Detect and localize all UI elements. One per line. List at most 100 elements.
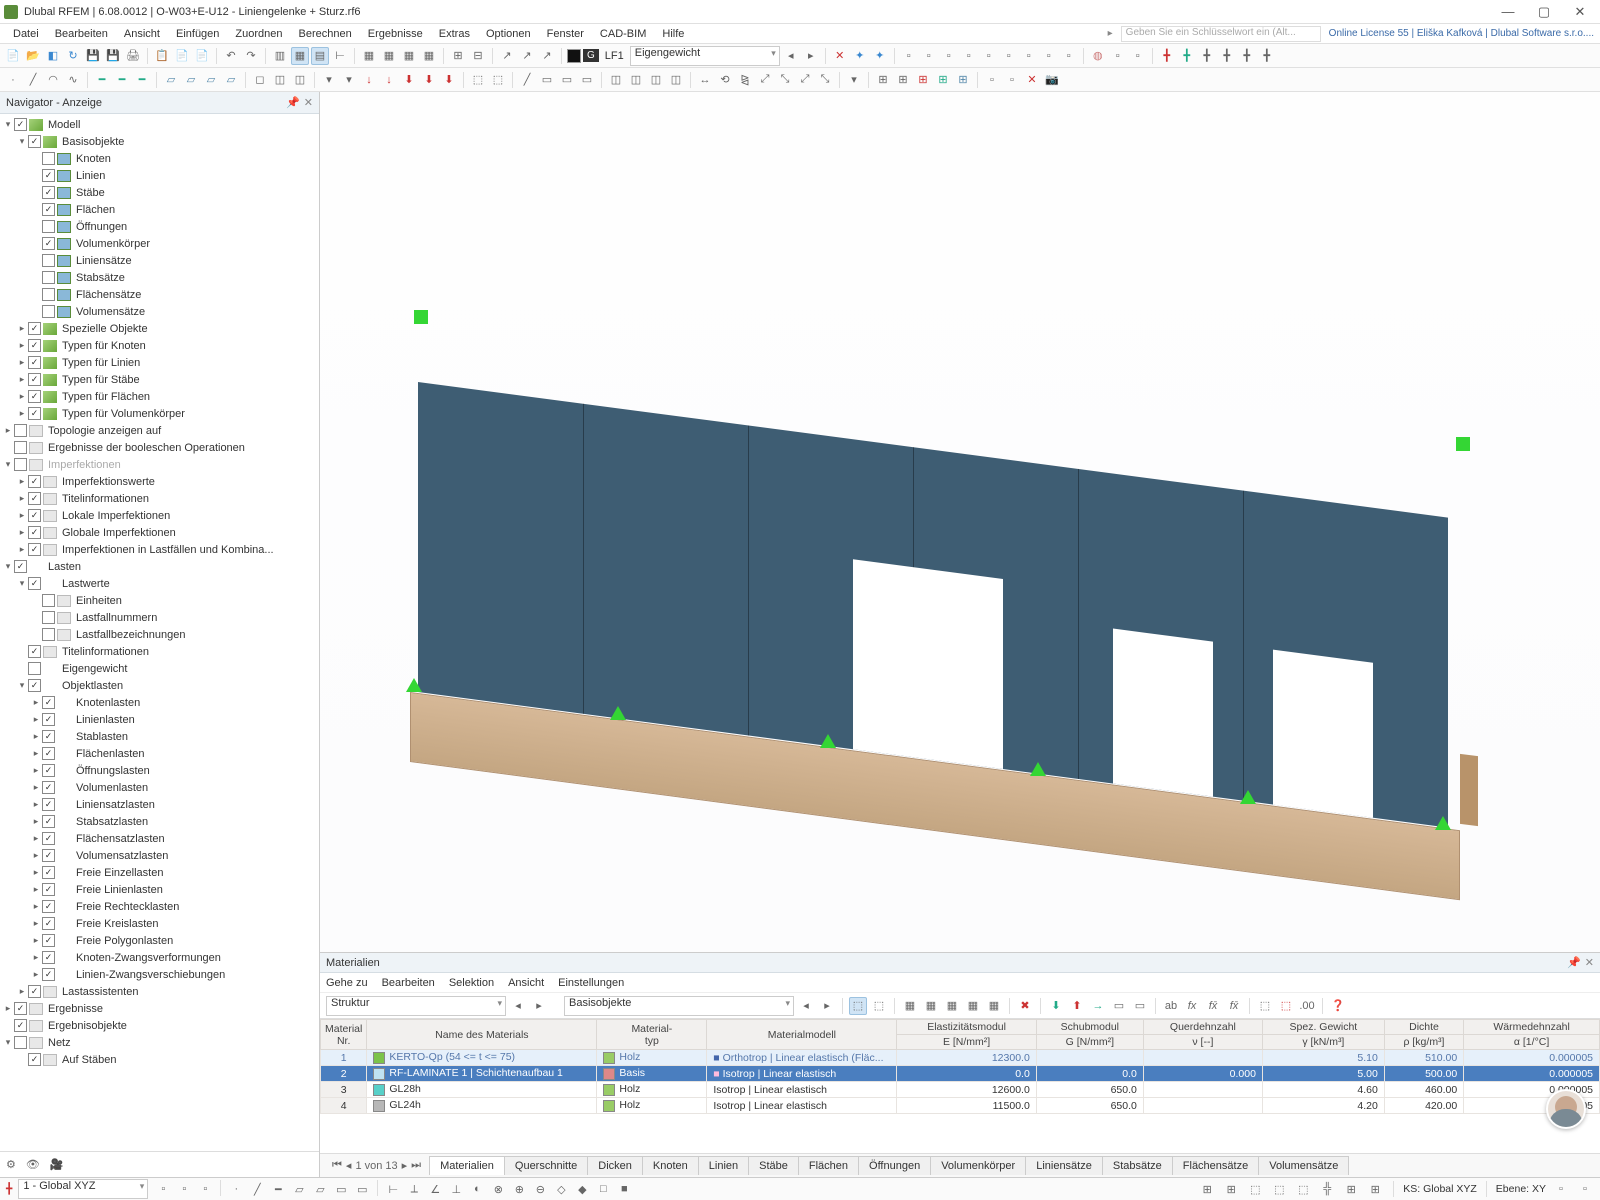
dim-icon[interactable]: ⊢ [331,47,349,65]
menu-extras[interactable]: Extras [432,26,477,42]
tree-node[interactable]: ▸ ✓ Flächensatzlasten [0,830,319,847]
tree-node[interactable]: ▸ ✓ Volumenlasten [0,779,319,796]
q2-icon[interactable]: ▫ [1003,71,1021,89]
bottom-tab[interactable]: Querschnitte [504,1156,588,1175]
structure-dropdown[interactable]: Struktur [326,996,506,1016]
color-swatch[interactable] [567,49,581,63]
sb20-icon[interactable]: ◆ [573,1180,591,1198]
model-viewport[interactable] [320,92,1600,952]
bpt-out-icon[interactable]: ▭ [1110,997,1128,1015]
bpt-exp-icon[interactable]: ⬆ [1068,997,1086,1015]
tree-node[interactable]: ▸ ✓ Imperfektionswerte [0,473,319,490]
tree-node[interactable]: ▾ ✓ Basisobjekte [0,133,319,150]
tree-node[interactable]: ▸ ✓ Linienlasten [0,711,319,728]
ax2-icon[interactable]: ╋ [1178,47,1196,65]
bottom-tab[interactable]: Liniensätze [1025,1156,1103,1175]
m7-icon[interactable]: ▫ [1020,47,1038,65]
iso4-icon[interactable]: ◫ [667,71,685,89]
tree-node[interactable]: ▾ ✓ Lasten [0,558,319,575]
tree-node[interactable]: ▾ ✓ Objektlasten [0,677,319,694]
pt-icon[interactable]: · [4,71,22,89]
navigator-tree[interactable]: ▾ ✓ Modell ▾ ✓ Basisobjekte Knoten ✓ Lin… [0,114,319,1151]
bpt-help-icon[interactable]: ❓ [1329,997,1347,1015]
bp-menu-item[interactable]: Einstellungen [558,977,624,989]
open-icon[interactable]: 📂 [24,47,42,65]
sp-icon[interactable]: ∿ [64,71,82,89]
tree-node[interactable]: Eigengewicht [0,660,319,677]
tree-node[interactable]: Stabsätze [0,269,319,286]
refresh-icon[interactable]: ↻ [64,47,82,65]
beam-icon[interactable]: ━ [93,71,111,89]
sb8-icon[interactable]: ▱ [311,1180,329,1198]
sb1-icon[interactable]: ▫ [154,1180,172,1198]
save-icon[interactable]: 💾 [84,47,102,65]
axis-icon[interactable]: ╋ [6,1183,12,1195]
bp-menu-item[interactable]: Ansicht [508,977,544,989]
bpt3-icon[interactable]: ▦ [901,997,919,1015]
tree-node[interactable]: ✓ Stäbe [0,184,319,201]
tree-node[interactable]: ▸ ✓ Stabsatzlasten [0,813,319,830]
ax-icon[interactable]: ╋ [1158,47,1176,65]
x3-icon[interactable]: ✦ [871,47,889,65]
sb11-icon[interactable]: ⊢ [384,1180,402,1198]
sc3-icon[interactable]: ⤢ [796,71,814,89]
sb16-icon[interactable]: ⊗ [489,1180,507,1198]
bpt5-icon[interactable]: ▦ [943,997,961,1015]
x2-icon[interactable]: ✦ [851,47,869,65]
sup-icon[interactable]: ▾ [320,71,338,89]
minimize-button[interactable]: — [1492,2,1524,22]
op-icon[interactable]: ◻ [251,71,269,89]
dd2-prev-icon[interactable]: ◂ [797,997,815,1015]
tree-node[interactable]: ✓ Auf Stäben [0,1051,319,1068]
sol2-icon[interactable]: ◫ [291,71,309,89]
m4-icon[interactable]: ▫ [960,47,978,65]
menu-ergebnisse[interactable]: Ergebnisse [361,26,430,42]
sc4-icon[interactable]: ⤡ [816,71,834,89]
sc-icon[interactable]: ⤢ [756,71,774,89]
sb12-icon[interactable]: ⟂ [405,1180,423,1198]
doc2-icon[interactable]: 📄 [193,47,211,65]
bp-menu-item[interactable]: Bearbeiten [382,977,435,989]
g3-icon[interactable]: ▦ [400,47,418,65]
m9-icon[interactable]: ▫ [1060,47,1078,65]
menu-hilfe[interactable]: Hilfe [655,26,691,42]
bottom-tab[interactable]: Volumensätze [1258,1156,1349,1175]
materials-table[interactable]: MaterialNr. Name des Materials Material-… [320,1019,1600,1114]
nav-eye-icon[interactable]: 👁 [26,1158,40,1171]
tree-node[interactable]: ▸ ✓ Freie Linienlasten [0,881,319,898]
sbr1-icon[interactable]: ⊞ [1198,1180,1216,1198]
maximize-button[interactable]: ▢ [1528,2,1560,22]
pager-next-icon[interactable]: ▸ [402,1159,408,1172]
ax6-icon[interactable]: ╋ [1258,47,1276,65]
sb17-icon[interactable]: ⊕ [510,1180,528,1198]
bpt1-icon[interactable]: ⬚ [849,997,867,1015]
tree-node[interactable]: ▸ ✓ Liniensatzlasten [0,796,319,813]
panel2-icon[interactable]: ▦ [291,47,309,65]
panel3-icon[interactable]: ▤ [311,47,329,65]
sb9-icon[interactable]: ▭ [332,1180,350,1198]
bottom-tab[interactable]: Flächen [798,1156,859,1175]
sb3-icon[interactable]: ▫ [196,1180,214,1198]
tree-node[interactable]: ▸ ✓ Typen für Stäbe [0,371,319,388]
tree-node[interactable]: ▸ ✓ Lokale Imperfektionen [0,507,319,524]
tree-node[interactable]: Knoten [0,150,319,167]
grid3-icon[interactable]: ⊞ [914,71,932,89]
bpt-u3-icon[interactable]: .00 [1298,997,1316,1015]
c3-icon[interactable]: ▫ [1129,47,1147,65]
bpt-ab-icon[interactable]: ab [1162,997,1180,1015]
tree-node[interactable]: ✓ Ergebnisobjekte [0,1017,319,1034]
iso3-icon[interactable]: ◫ [647,71,665,89]
tree-node[interactable]: Öffnungen [0,218,319,235]
menu-cad-bim[interactable]: CAD-BIM [593,26,653,42]
tree-node[interactable]: ▸ ✓ Lastassistenten [0,983,319,1000]
pager-first-icon[interactable]: ⏮ [332,1159,342,1172]
bottom-tab[interactable]: Knoten [642,1156,699,1175]
beam3-icon[interactable]: ━ [133,71,151,89]
tree-node[interactable]: ▸ ✓ Imperfektionen in Lastfällen und Kom… [0,541,319,558]
surf2-icon[interactable]: ▱ [182,71,200,89]
ax5-icon[interactable]: ╋ [1238,47,1256,65]
sbr5-icon[interactable]: ⬚ [1294,1180,1312,1198]
t2-icon[interactable]: ⊟ [469,47,487,65]
sb7-icon[interactable]: ▱ [290,1180,308,1198]
q1-icon[interactable]: ▫ [983,71,1001,89]
